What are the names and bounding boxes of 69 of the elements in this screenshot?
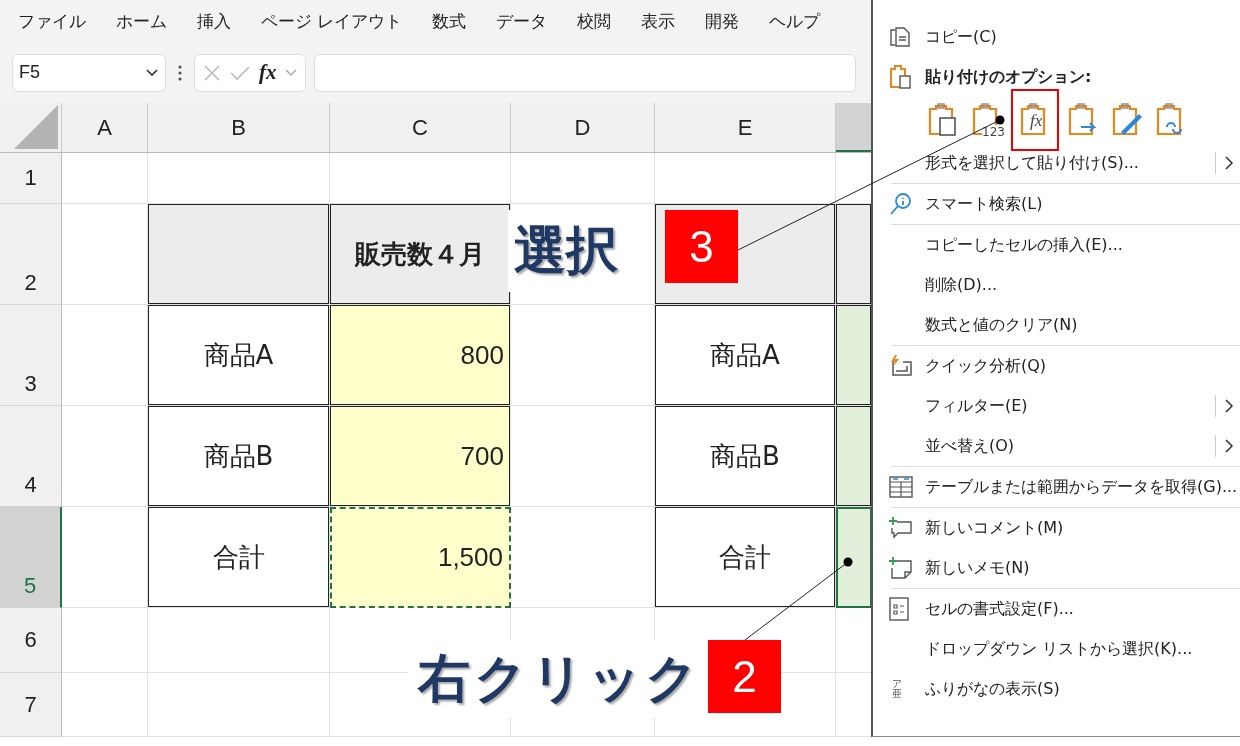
table-cell: 商品A bbox=[655, 305, 836, 406]
ribbon-tab[interactable]: ホーム bbox=[116, 9, 167, 33]
table-cell: 商品B bbox=[148, 406, 330, 507]
row-header[interactable]: 4 bbox=[0, 406, 62, 507]
paste-option-button[interactable]: fx bbox=[1011, 89, 1059, 151]
ribbon-tab[interactable]: 挿入 bbox=[197, 9, 231, 33]
new-note-icon bbox=[889, 556, 913, 580]
ribbon-tab[interactable]: ファイル bbox=[18, 9, 86, 33]
table-cell: 商品A bbox=[148, 305, 330, 406]
clipboard-icon bbox=[889, 65, 913, 89]
table-cell: 800 bbox=[330, 305, 511, 406]
column-header[interactable]: B bbox=[148, 103, 330, 152]
menu-item[interactable]: クイック分析(Q) bbox=[873, 346, 1240, 386]
ribbon-tab[interactable]: データ bbox=[496, 9, 548, 33]
row-header[interactable]: 5 bbox=[0, 507, 62, 608]
more-icon[interactable] bbox=[178, 64, 182, 81]
table-cell: 商品B bbox=[655, 406, 836, 507]
new-comment-icon bbox=[889, 516, 913, 540]
check-icon[interactable] bbox=[229, 63, 251, 82]
row-header[interactable]: 3 bbox=[0, 305, 62, 406]
formula-input[interactable] bbox=[313, 53, 856, 92]
row-header[interactable]: 6 bbox=[0, 608, 62, 673]
menu-item[interactable]: ア亜 ふりがなの表示(S) bbox=[873, 669, 1240, 709]
menu-item[interactable]: 新しいメモ(N) bbox=[873, 548, 1240, 588]
ribbon-tab[interactable]: 表示 bbox=[641, 9, 676, 33]
menu-item[interactable]: ドロップダウン リストから選択(K)... bbox=[873, 629, 1240, 669]
chevron-down-icon[interactable] bbox=[284, 68, 297, 77]
clipboard-icon bbox=[1067, 103, 1099, 137]
table-icon bbox=[889, 476, 913, 498]
table-cell: 合計 bbox=[655, 507, 836, 608]
table-cell: 700 bbox=[330, 406, 511, 507]
select-all-icon[interactable] bbox=[14, 105, 58, 149]
header-cell: 販売数４月 bbox=[330, 204, 511, 305]
ribbon-tab[interactable]: ページ レイアウト bbox=[261, 9, 403, 33]
copy-icon bbox=[889, 26, 911, 48]
insert-function-button[interactable]: fx bbox=[259, 60, 277, 85]
menu-item[interactable]: 並べ替え(O) bbox=[873, 426, 1240, 466]
menu-item[interactable]: コピー(C) bbox=[873, 17, 1240, 57]
search-icon bbox=[889, 192, 913, 216]
column-header[interactable]: D bbox=[511, 103, 655, 152]
step-badge: 3 bbox=[665, 210, 738, 283]
menu-item[interactable]: テーブルまたは範囲からデータを取得(G)... bbox=[873, 467, 1240, 507]
ribbon-tab[interactable]: 数式 bbox=[432, 9, 467, 33]
cancel-icon[interactable] bbox=[203, 63, 221, 82]
menu-item[interactable]: セルの書式設定(F)... bbox=[873, 589, 1240, 629]
row-header[interactable]: 1 bbox=[0, 153, 62, 204]
phonetic-icon: ア亜 bbox=[889, 678, 905, 700]
ribbon-tab[interactable]: 校閲 bbox=[577, 9, 612, 33]
column-header[interactable]: C bbox=[330, 103, 511, 152]
ribbon-tab[interactable]: 開発 bbox=[705, 9, 740, 33]
menu-item[interactable]: 新しいコメント(M) bbox=[873, 508, 1240, 548]
step-badge: 2 bbox=[708, 640, 781, 713]
table-cell: 合計 bbox=[148, 507, 330, 608]
menu-item[interactable]: 数式と値のクリア(N) bbox=[873, 305, 1240, 345]
ribbon-tab[interactable]: ヘルプ bbox=[769, 9, 821, 33]
name-box[interactable]: F5 bbox=[12, 53, 166, 92]
clipboard-icon bbox=[1111, 103, 1143, 137]
column-header[interactable] bbox=[836, 103, 872, 152]
table-cell: 1,500 bbox=[330, 507, 511, 608]
column-header[interactable]: A bbox=[62, 103, 148, 152]
menu-item[interactable]: コピーしたセルの挿入(E)... bbox=[873, 225, 1240, 265]
row-header[interactable]: 2 bbox=[0, 204, 62, 305]
menu-item[interactable]: スマート検索(L) bbox=[873, 184, 1240, 224]
row-header[interactable]: 7 bbox=[0, 673, 62, 737]
quick-analysis-icon bbox=[889, 354, 913, 378]
menu-item[interactable]: 削除(D)... bbox=[873, 265, 1240, 305]
clipboard-icon bbox=[927, 103, 959, 137]
menu-item[interactable]: フィルター(E) bbox=[873, 386, 1240, 426]
format-cells-icon bbox=[889, 597, 909, 621]
